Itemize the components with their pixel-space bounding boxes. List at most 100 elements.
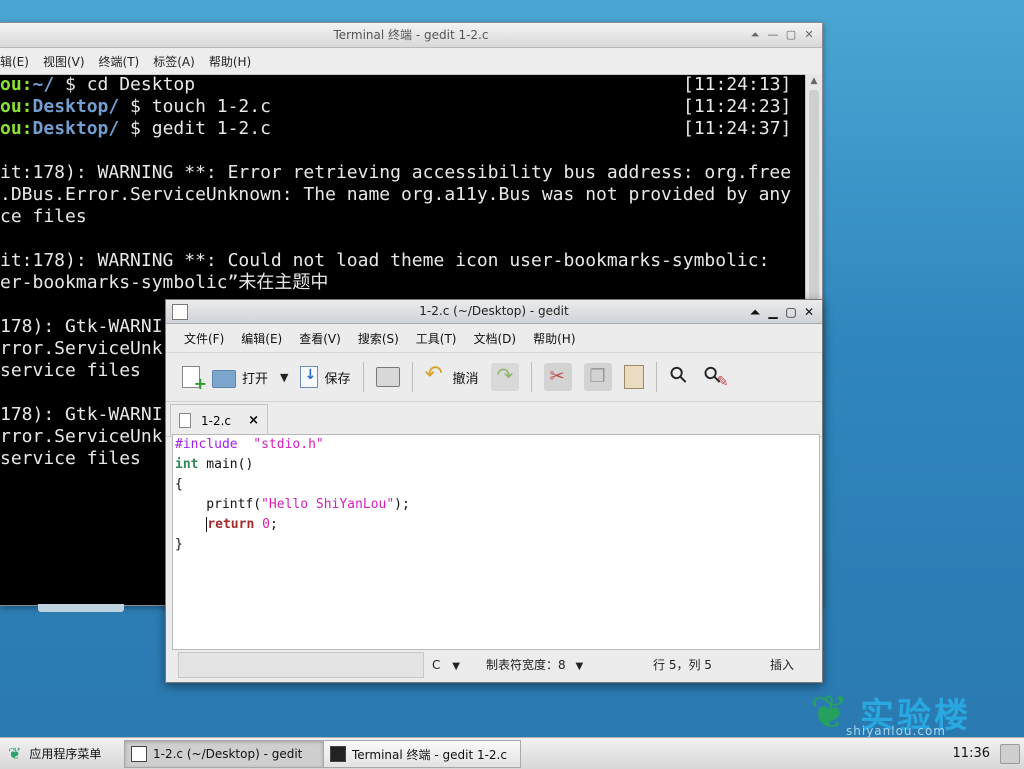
terminal-output-line: er-bookmarks-symbolic”未在主题中 xyxy=(0,272,329,293)
menu-file[interactable]: 文件(F) xyxy=(184,330,224,347)
language-selector[interactable]: C ▼ xyxy=(432,650,460,680)
paste-button[interactable] xyxy=(620,360,648,394)
tab-width-selector[interactable]: 制表符宽度：8 ▼ xyxy=(486,650,583,680)
menu-terminal[interactable]: 终端(T) xyxy=(99,53,140,70)
code-line: { xyxy=(175,477,183,492)
watermark-url: shiyanlou.com xyxy=(846,724,946,738)
scroll-up-icon[interactable]: ▲ xyxy=(806,74,822,88)
save-icon xyxy=(300,366,319,388)
prompt-user: ou: xyxy=(0,118,33,139)
minimize-icon[interactable]: — xyxy=(766,23,780,47)
save-label: 保存 xyxy=(324,371,351,387)
chevron-down-icon: ▼ xyxy=(452,661,460,672)
open-recent-dropdown[interactable]: ▼ xyxy=(276,360,292,394)
close-icon[interactable]: ✕ xyxy=(802,301,816,324)
menu-view[interactable]: 查看(V) xyxy=(299,330,341,347)
taskbar-item-label: Terminal 终端 - gedit 1-2.c xyxy=(352,747,507,762)
print-button[interactable] xyxy=(372,360,404,394)
toolbar-separator xyxy=(530,362,532,392)
menu-edit[interactable]: 辑(E) xyxy=(0,53,29,70)
gedit-app-icon[interactable] xyxy=(172,304,188,320)
terminal-output-line: ce files xyxy=(0,206,87,227)
menu-edit[interactable]: 编辑(E) xyxy=(241,330,282,347)
toolbar-separator xyxy=(655,362,657,392)
gedit-toolbar: 打开 ▼ 保存 撤消 xyxy=(166,353,822,402)
application-menu-button[interactable]: ❦ 应用程序菜单 xyxy=(8,738,101,769)
shade-icon[interactable]: ⏶ xyxy=(748,23,762,47)
scrollbar-thumb[interactable] xyxy=(809,90,819,300)
prompt-command: $ gedit 1-2.c xyxy=(119,118,271,139)
shade-icon[interactable]: ⏶ xyxy=(748,301,762,324)
application-menu-label: 应用程序菜单 xyxy=(29,747,102,761)
text-file-icon xyxy=(179,413,191,428)
insert-mode: 插入 xyxy=(770,658,795,672)
code-line: #include "stdio.h" xyxy=(173,435,819,455)
search-icon xyxy=(669,366,691,388)
menu-help[interactable]: 帮助(H) xyxy=(533,330,575,347)
close-icon[interactable]: ✕ xyxy=(802,23,816,47)
replace-button[interactable] xyxy=(699,360,729,394)
terminal-prompt-line: ou:Desktop/ $ gedit 1-2.c [11:24:37] xyxy=(0,118,804,140)
prompt-timestamp: [11:24:23] xyxy=(683,96,792,117)
new-button[interactable] xyxy=(178,360,207,394)
terminal-menubar: 辑(E) 视图(V) 终端(T) 标签(A) 帮助(H) xyxy=(0,48,822,75)
string-token: "stdio.h" xyxy=(253,437,324,452)
prompt-user: ou: xyxy=(0,96,33,117)
gedit-titlebar[interactable]: 1-2.c (~/Desktop) - gedit ⏶ ▁ ▢ ✕ xyxy=(166,300,822,324)
terminal-titlebar[interactable]: Terminal 终端 - gedit 1-2.c ⏶ — ▢ ✕ xyxy=(0,23,822,48)
tab-1-2-c[interactable]: 1-2.c × xyxy=(170,404,268,436)
new-document-icon xyxy=(182,366,207,393)
folder-icon xyxy=(212,370,236,388)
menu-documents[interactable]: 文档(D) xyxy=(474,330,517,347)
undo-button[interactable]: 撤消 xyxy=(421,360,483,394)
menu-tabs[interactable]: 标签(A) xyxy=(153,53,195,70)
close-icon[interactable]: × xyxy=(248,413,259,428)
prompt-path: ~/ xyxy=(32,74,55,95)
menu-help[interactable]: 帮助(H) xyxy=(209,53,251,70)
gedit-title: 1-2.c (~/Desktop) - gedit xyxy=(419,304,569,318)
taskbar-item-gedit[interactable]: 1-2.c (~/Desktop) - gedit xyxy=(124,740,324,768)
number-token: 0 xyxy=(262,517,270,532)
prompt-command: $ touch 1-2.c xyxy=(119,96,271,117)
open-button[interactable]: 打开 xyxy=(208,360,272,394)
language-label: C xyxy=(432,658,441,672)
tray-icon[interactable] xyxy=(1000,744,1020,764)
redo-button[interactable] xyxy=(487,360,523,394)
taskbar-item-terminal[interactable]: Terminal 终端 - gedit 1-2.c xyxy=(323,740,521,768)
menu-view[interactable]: 视图(V) xyxy=(43,53,85,70)
undo-label: 撤消 xyxy=(452,371,479,387)
keyword-token: return xyxy=(207,517,255,532)
cursor-position: 行 5，列 5 xyxy=(653,658,712,672)
code-text: main() xyxy=(198,457,254,472)
tab-width-label: 制表符宽度：8 xyxy=(486,658,566,672)
status-message-area xyxy=(178,652,424,678)
maximize-icon[interactable]: ▢ xyxy=(784,301,798,324)
menu-search[interactable]: 搜索(S) xyxy=(358,330,399,347)
clock[interactable]: 11:36 xyxy=(953,738,990,769)
terminal-app-icon xyxy=(330,746,346,762)
code-text: ); xyxy=(394,497,410,512)
code-editor[interactable]: #include "stdio.h" int main() { printf("… xyxy=(172,434,820,650)
save-button[interactable]: 保存 xyxy=(296,360,354,394)
leaf-logo-icon: ❦ xyxy=(8,744,22,763)
string-token: "Hello ShiYanLou" xyxy=(261,497,395,512)
copy-icon xyxy=(583,363,612,391)
maximize-icon[interactable]: ▢ xyxy=(784,23,798,47)
taskbar-item-label: 1-2.c (~/Desktop) - gedit xyxy=(153,747,303,761)
prompt-timestamp: [11:24:13] xyxy=(683,74,792,95)
find-replace-icon xyxy=(703,366,729,390)
preprocessor-token: #include xyxy=(175,437,238,452)
copy-button[interactable] xyxy=(580,360,616,394)
prompt-timestamp: [11:24:37] xyxy=(683,118,792,139)
terminal-output-line: it:178): WARNING **: Error retrieving ac… xyxy=(0,162,792,183)
terminal-resize-handle[interactable] xyxy=(38,604,124,612)
code-text: ; xyxy=(269,517,278,532)
prompt-path: Desktop/ xyxy=(32,118,120,139)
code-line: return 0; xyxy=(173,515,819,535)
minimize-icon[interactable]: ▁ xyxy=(766,301,780,324)
prompt-user: ou: xyxy=(0,74,33,95)
toolbar-separator xyxy=(411,362,413,392)
menu-tools[interactable]: 工具(T) xyxy=(416,330,457,347)
cut-button[interactable] xyxy=(540,360,576,394)
find-button[interactable] xyxy=(665,360,695,394)
